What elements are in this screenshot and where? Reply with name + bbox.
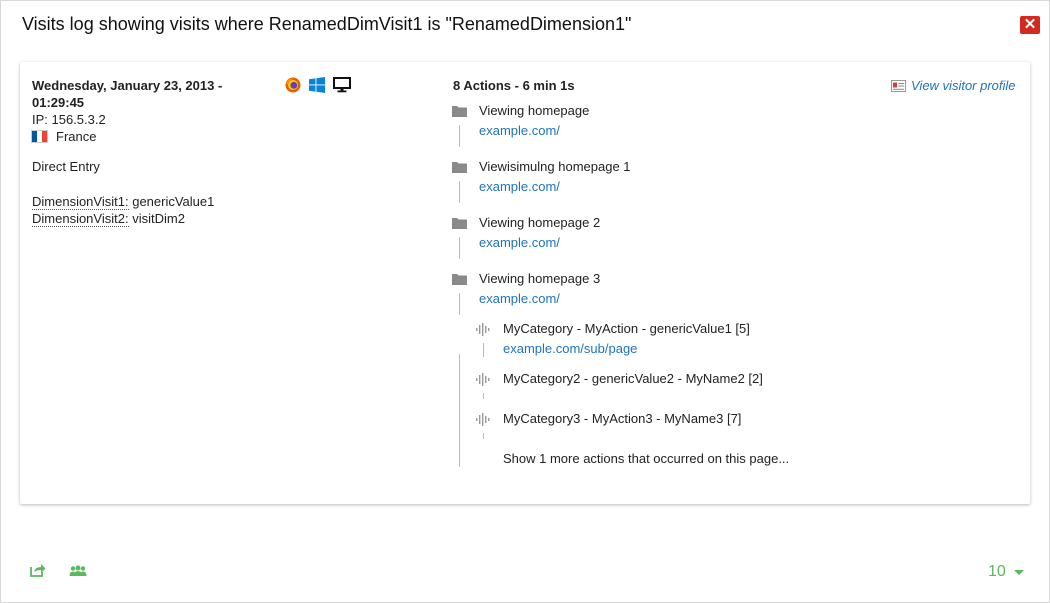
action-url-link[interactable]: example.com/ (479, 179, 560, 194)
action-page-title: Viewing homepage (479, 103, 590, 118)
caret-down-icon (1013, 569, 1024, 575)
action-url-link[interactable]: example.com/ (479, 291, 560, 306)
folder-icon (452, 274, 467, 285)
results-limit-select[interactable]: 10 (988, 563, 1024, 581)
close-button[interactable]: ✕ (1020, 16, 1040, 34)
visit-ip: IP: 156.5.3.2 (32, 112, 106, 127)
action-page-title: Viewisimulng homepage 1 (479, 159, 631, 174)
visitor-card-icon (891, 79, 906, 92)
export-icon[interactable] (30, 563, 46, 577)
visit-referrer: Direct Entry (32, 159, 100, 174)
event-title: MyCategory - MyAction - genericValue1 [5… (503, 321, 750, 336)
page-actions-connector (459, 354, 460, 467)
event-connector (483, 433, 484, 439)
event-waveform-icon (476, 373, 490, 386)
desktop-icon (333, 77, 351, 93)
visit-datetime: Wednesday, January 23, 2013 - 01:29:45 (32, 78, 223, 110)
action-connector (459, 293, 460, 315)
dimension-key[interactable]: DimensionVisit1: (32, 194, 129, 210)
view-visitor-profile-link[interactable]: View visitor profile (891, 78, 1016, 93)
dimension-row: DimensionVisit1: genericValue1 (32, 193, 214, 210)
folder-icon (452, 162, 467, 173)
action-connector (459, 181, 460, 203)
france-flag-icon (32, 131, 47, 142)
dimension-key[interactable]: DimensionVisit2: (32, 211, 129, 227)
segment-visitors-icon[interactable] (69, 565, 87, 577)
action-connector (459, 125, 460, 147)
event-connector (483, 393, 484, 399)
folder-icon (452, 218, 467, 229)
visit-dimensions: DimensionVisit1: genericValue1 Dimension… (32, 193, 214, 227)
dialog-title: Visits log showing visits where RenamedD… (22, 14, 632, 34)
visitor-system-icons (285, 77, 351, 93)
dimension-row: DimensionVisit2: visitDim2 (32, 210, 214, 227)
action-connector (459, 237, 460, 259)
show-more-actions-link[interactable]: Show 1 more actions that occurred on thi… (503, 451, 789, 466)
action-page-title: Viewing homepage 3 (479, 271, 601, 286)
event-title: MyCategory3 - MyAction3 - MyName3 [7] (503, 411, 742, 426)
action-page-title: Viewing homepage 2 (479, 215, 601, 230)
results-limit-value: 10 (988, 563, 1006, 580)
close-icon: ✕ (1023, 16, 1037, 33)
action-url-link[interactable]: example.com/ (479, 123, 560, 138)
action-url-link[interactable]: example.com/ (479, 235, 560, 250)
dimension-value: genericValue1 (132, 194, 215, 209)
windows-icon (309, 77, 325, 93)
visit-country: France (32, 129, 96, 144)
event-connector (483, 343, 484, 357)
event-waveform-icon (476, 413, 490, 426)
country-name: France (56, 129, 97, 144)
visit-card: Wednesday, January 23, 2013 - 01:29:45 I… (20, 62, 1030, 504)
dimension-value: visitDim2 (132, 211, 185, 226)
folder-icon (452, 106, 467, 117)
actions-summary: 8 Actions - 6 min 1s (453, 78, 575, 93)
event-url-link[interactable]: example.com/sub/page (503, 341, 637, 356)
view-visitor-profile-label: View visitor profile (911, 78, 1016, 93)
event-title: MyCategory2 - genericValue2 - MyName2 [2… (503, 371, 763, 386)
event-waveform-icon (476, 323, 490, 336)
firefox-icon (285, 77, 301, 93)
